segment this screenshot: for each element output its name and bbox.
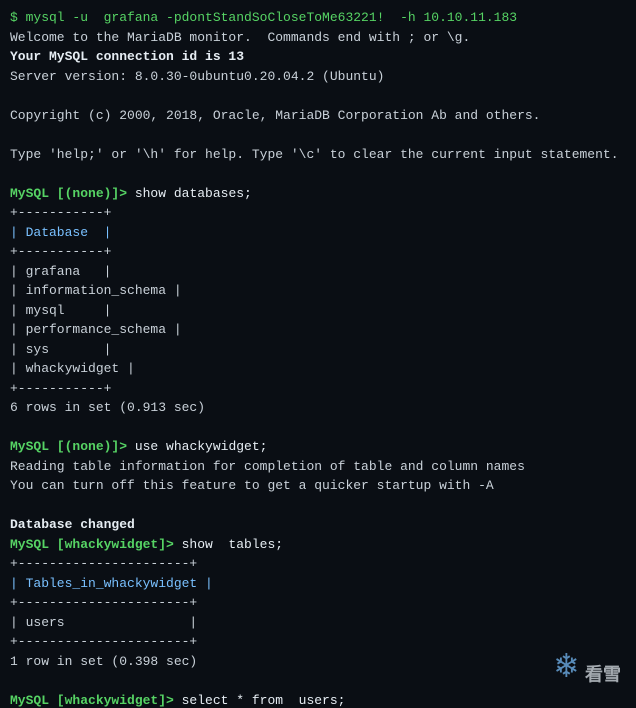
terminal-line: Reading table information for completion…: [10, 457, 626, 477]
terminal-content: $ mysql -u grafana -pdontStandSoCloseToM…: [10, 8, 626, 708]
terminal-line: 1 row in set (0.398 sec): [10, 652, 626, 672]
terminal-line: $ mysql -u grafana -pdontStandSoCloseToM…: [10, 8, 626, 28]
terminal-line: [10, 86, 626, 106]
terminal-line: +-----------+: [10, 379, 626, 399]
terminal-line: MySQL [whackywidget]> select * from user…: [10, 691, 626, 708]
terminal-line: | Tables_in_whackywidget |: [10, 574, 626, 594]
terminal-line: [10, 496, 626, 516]
terminal-line: | sys |: [10, 340, 626, 360]
terminal-line: +----------------------+: [10, 632, 626, 652]
terminal-line: +----------------------+: [10, 593, 626, 613]
terminal-line: +-----------+: [10, 203, 626, 223]
terminal-line: +-----------+: [10, 242, 626, 262]
terminal-line: [10, 164, 626, 184]
terminal-line: You can turn off this feature to get a q…: [10, 476, 626, 496]
terminal-line: +----------------------+: [10, 554, 626, 574]
terminal-line: Welcome to the MariaDB monitor. Commands…: [10, 28, 626, 48]
terminal-line: MySQL [(none)]> show databases;: [10, 184, 626, 204]
watermark: ❄ 看雪: [556, 645, 622, 688]
watermark-snowflake-icon: ❄: [556, 647, 578, 688]
terminal-line: | mysql |: [10, 301, 626, 321]
terminal-line: | performance_schema |: [10, 320, 626, 340]
terminal-line: [10, 125, 626, 145]
watermark-text: 看雪: [585, 667, 621, 687]
terminal-line: Type 'help;' or '\h' for help. Type '\c'…: [10, 145, 626, 165]
terminal-line: 6 rows in set (0.913 sec): [10, 398, 626, 418]
terminal-line: [10, 671, 626, 691]
terminal-line: | information_schema |: [10, 281, 626, 301]
terminal-line: | grafana |: [10, 262, 626, 282]
terminal-line: MySQL [(none)]> use whackywidget;: [10, 437, 626, 457]
terminal-line: MySQL [whackywidget]> show tables;: [10, 535, 626, 555]
terminal-line: Server version: 8.0.30-0ubuntu0.20.04.2 …: [10, 67, 626, 87]
terminal-line: | Database |: [10, 223, 626, 243]
terminal-window: $ mysql -u grafana -pdontStandSoCloseToM…: [0, 0, 636, 708]
terminal-line: Copyright (c) 2000, 2018, Oracle, MariaD…: [10, 106, 626, 126]
terminal-line: Database changed: [10, 515, 626, 535]
terminal-line: [10, 418, 626, 438]
terminal-line: | whackywidget |: [10, 359, 626, 379]
terminal-line: Your MySQL connection id is 13: [10, 47, 626, 67]
terminal-line: | users |: [10, 613, 626, 633]
